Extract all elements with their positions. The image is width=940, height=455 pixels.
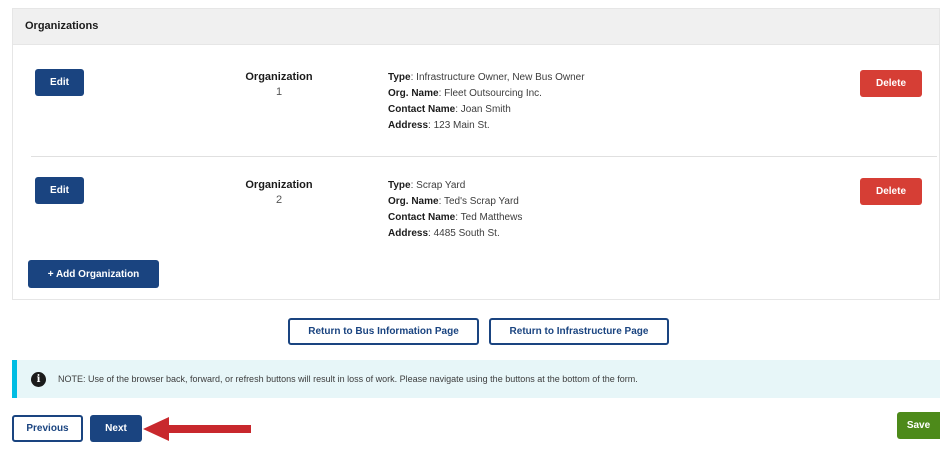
organization-row: Edit Organization 2 Type: Scrap Yard Org… (13, 173, 939, 257)
address-line: Address: 123 Main St. (388, 118, 585, 134)
org-name-value: : Ted's Scrap Yard (438, 196, 519, 207)
address-key: Address (388, 228, 429, 239)
organization-row: Edit Organization 1 Type: Infrastructure… (13, 65, 939, 161)
org-name-line: Org. Name: Fleet Outsourcing Inc. (388, 86, 585, 102)
note-text: NOTE: Use of the browser back, forward, … (58, 374, 638, 384)
address-value: : 4485 South St. (428, 228, 500, 239)
org-name-value: : Fleet Outsourcing Inc. (438, 88, 542, 99)
organization-label: Organization 1 (219, 70, 339, 100)
add-organization-button[interactable]: + Add Organization (28, 260, 159, 288)
next-button[interactable]: Next (90, 415, 142, 442)
contact-line: Contact Name: Joan Smith (388, 102, 585, 118)
organization-label: Organization 2 (219, 178, 339, 208)
type-value: : Infrastructure Owner, New Bus Owner (410, 72, 585, 83)
save-button[interactable]: Save (897, 412, 940, 439)
type-line: Type: Infrastructure Owner, New Bus Owne… (388, 70, 585, 86)
info-icon: i (31, 371, 46, 387)
address-line: Address: 4485 South St. (388, 226, 522, 242)
organizations-panel: Organizations Edit Organization 1 Type: … (12, 8, 940, 300)
organization-heading: Organization (245, 71, 313, 83)
organization-number: 2 (275, 194, 283, 206)
contact-value: : Ted Matthews (455, 212, 523, 223)
delete-button[interactable]: Delete (860, 178, 922, 205)
row-divider (31, 156, 937, 157)
return-to-bus-information-button[interactable]: Return to Bus Information Page (288, 318, 479, 345)
edit-button[interactable]: Edit (35, 69, 84, 96)
address-key: Address (388, 120, 429, 131)
contact-line: Contact Name: Ted Matthews (388, 210, 522, 226)
contact-key: Contact Name (388, 104, 456, 115)
organization-details: Type: Infrastructure Owner, New Bus Owne… (388, 70, 585, 134)
return-to-infrastructure-button[interactable]: Return to Infrastructure Page (489, 318, 669, 345)
edit-button[interactable]: Edit (35, 177, 84, 204)
organization-heading: Organization (245, 179, 313, 191)
org-name-key: Org. Name (388, 88, 439, 99)
type-value: : Scrap Yard (410, 180, 466, 191)
delete-button[interactable]: Delete (860, 70, 922, 97)
annotation-arrow-icon (143, 417, 251, 441)
address-value: : 123 Main St. (428, 120, 490, 131)
type-key: Type (388, 72, 411, 83)
organization-number: 1 (275, 86, 283, 98)
panel-title: Organizations (13, 9, 939, 45)
type-key: Type (388, 180, 411, 191)
type-line: Type: Scrap Yard (388, 178, 522, 194)
contact-key: Contact Name (388, 212, 456, 223)
org-name-line: Org. Name: Ted's Scrap Yard (388, 194, 522, 210)
previous-button[interactable]: Previous (12, 415, 83, 442)
org-name-key: Org. Name (388, 196, 439, 207)
contact-value: : Joan Smith (455, 104, 511, 115)
navigation-note: i NOTE: Use of the browser back, forward… (12, 360, 940, 398)
organization-details: Type: Scrap Yard Org. Name: Ted's Scrap … (388, 178, 522, 242)
